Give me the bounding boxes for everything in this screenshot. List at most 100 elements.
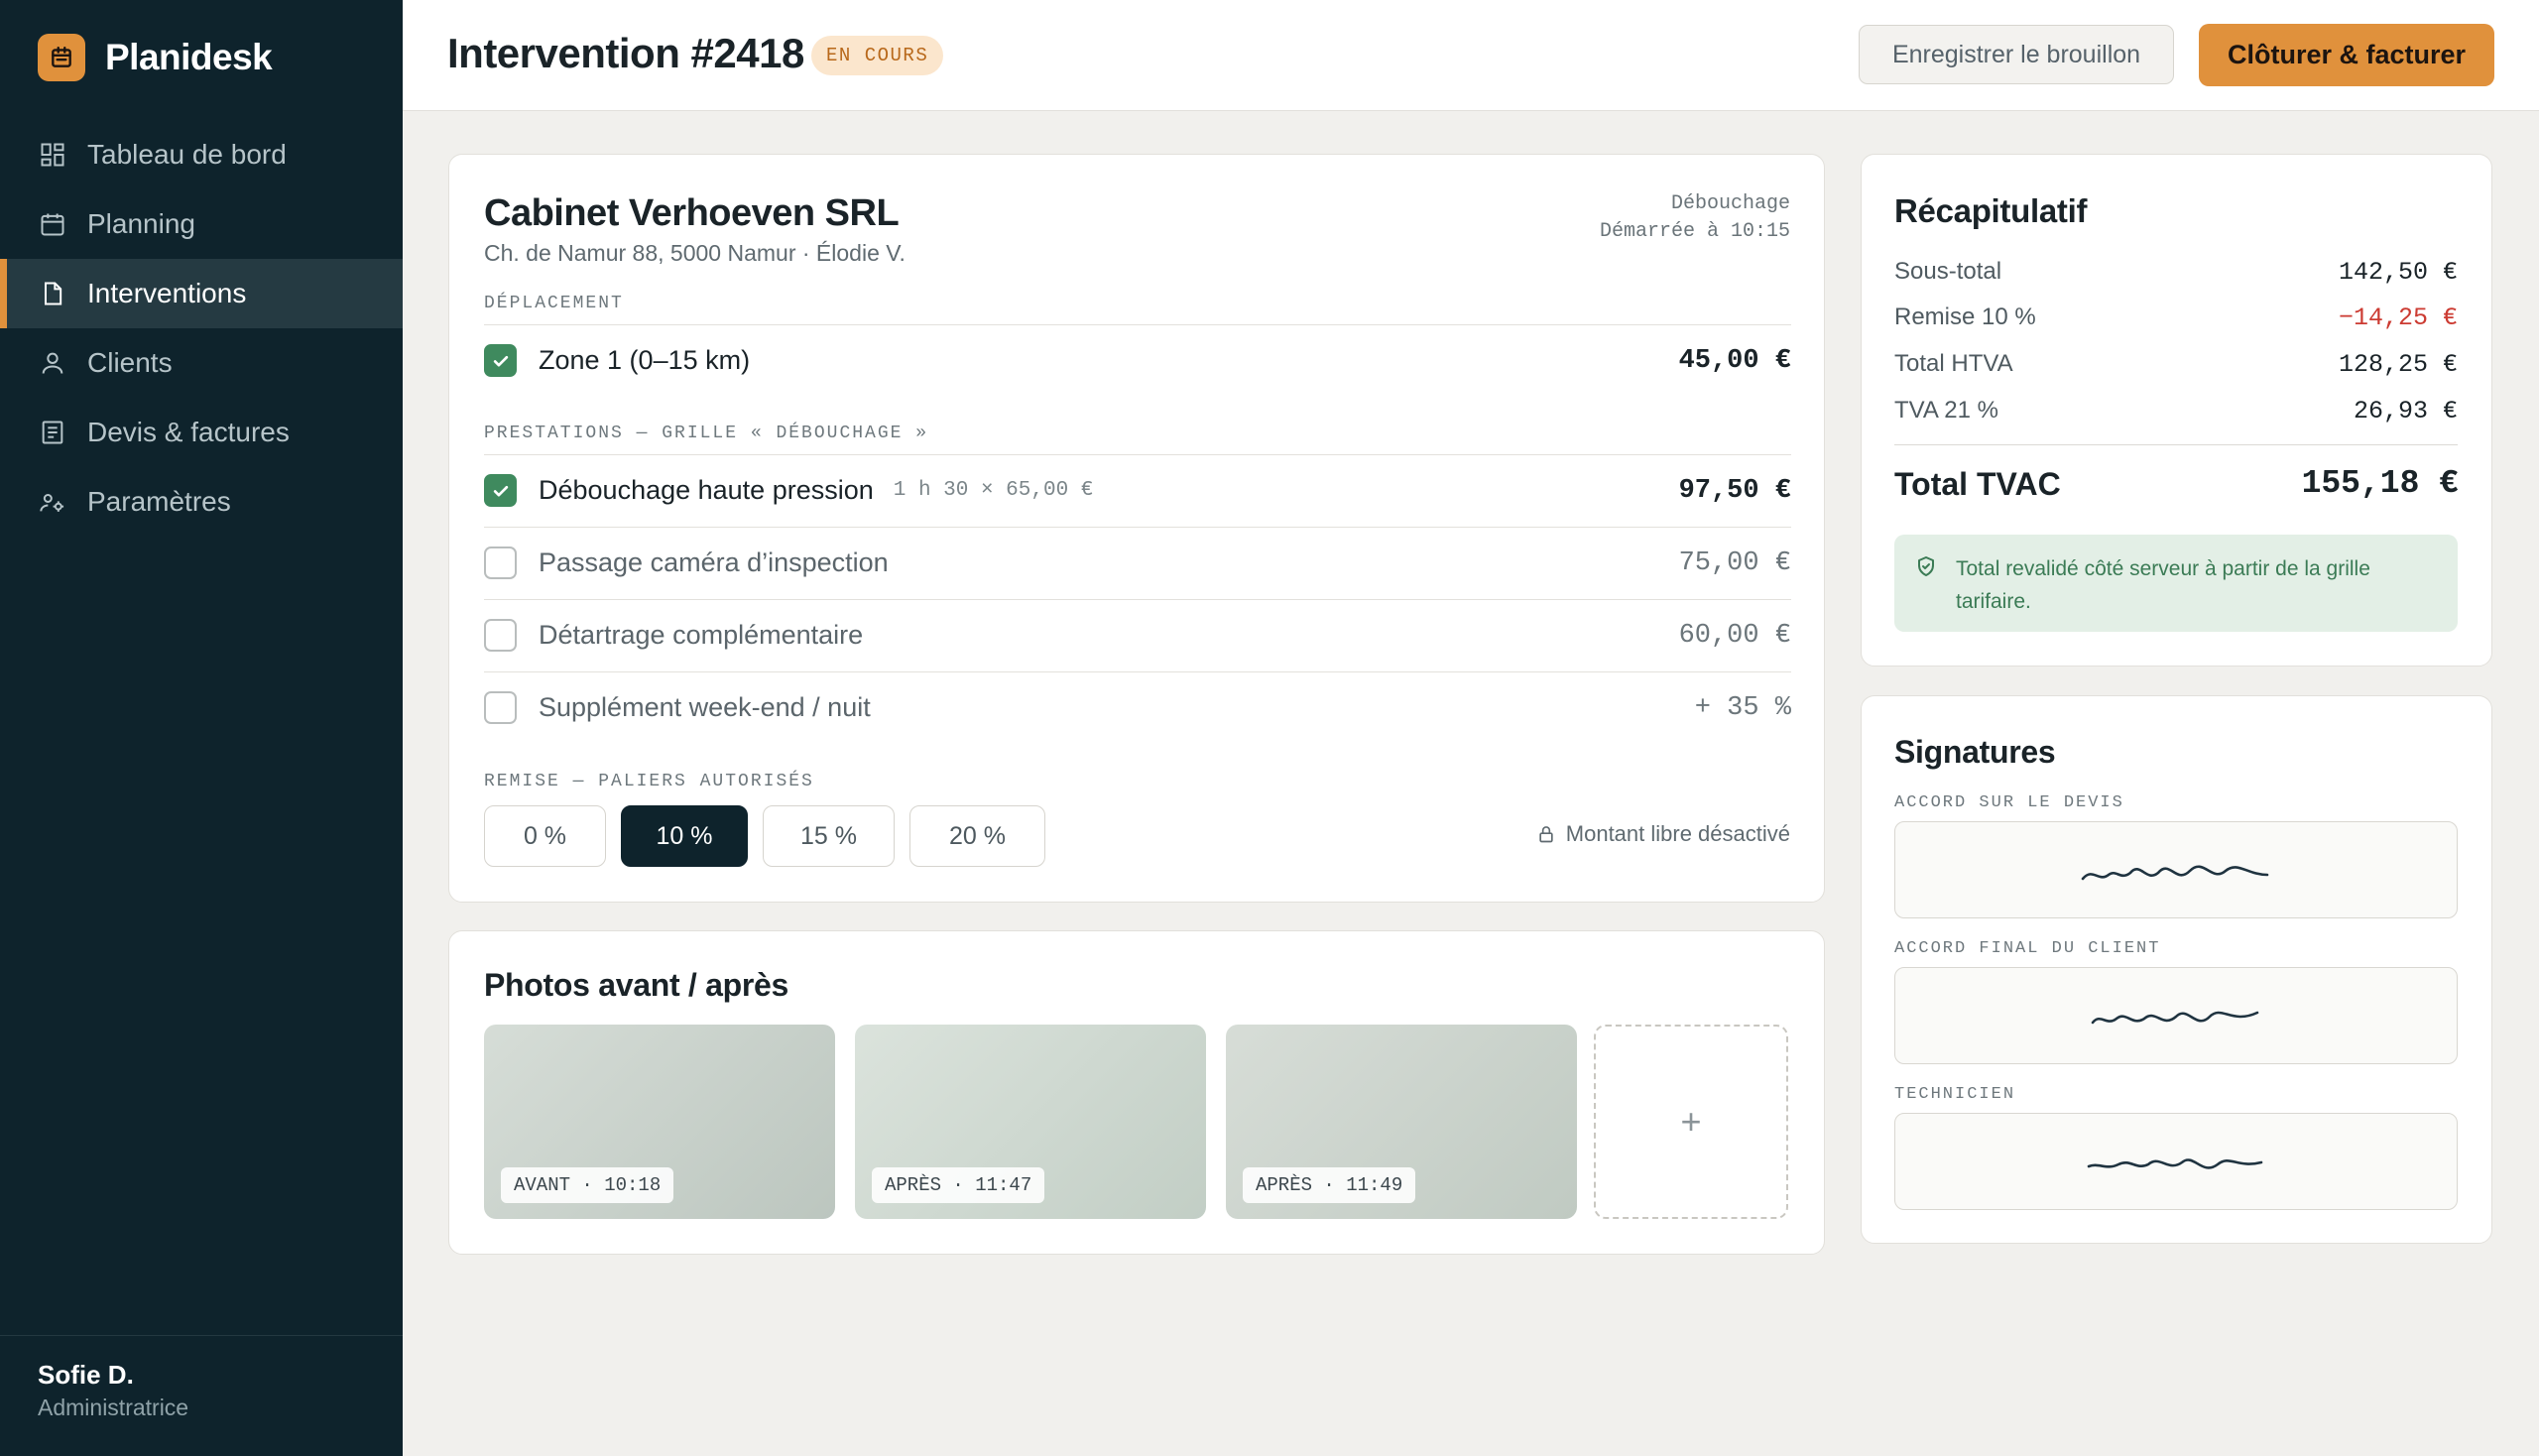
summary-label: Sous-total — [1894, 258, 2002, 285]
discount-option-0[interactable]: 0 % — [484, 805, 606, 867]
sidebar-item-clients[interactable]: Clients — [0, 328, 403, 398]
check-icon — [493, 355, 508, 366]
sidebar-item-settings[interactable]: Paramètres — [0, 467, 403, 537]
job-type: Débouchage — [1670, 192, 1790, 215]
signature-stroke — [2081, 865, 2269, 881]
sidebar-item-label: Clients — [87, 347, 173, 378]
photo-label: APRÈS · 11:47 — [872, 1167, 1045, 1203]
travel-label: Zone 1 (0–15 km) — [539, 345, 751, 375]
summary-title: Récapitulatif — [1894, 192, 2088, 229]
calendar-logo-icon — [38, 34, 85, 81]
total-label: Total TVAC — [1894, 466, 2061, 502]
free-amount-status: Montant libre désactivé — [1536, 821, 1790, 847]
job-start-time: Démarrée à 10:15 — [1599, 220, 1790, 243]
travel-row[interactable]: Zone 1 (0–15 km) 45,00 € — [484, 324, 1791, 396]
save-draft-button[interactable]: Enregistrer le brouillon — [1859, 25, 2174, 84]
app-name: Planidesk — [105, 37, 273, 77]
job-meta: Débouchage Démarrée à 10:15 — [1600, 190, 1790, 246]
services-section-label: PRESTATIONS — GRILLE « DÉBOUCHAGE » — [484, 424, 929, 443]
sidebar-item-invoices[interactable]: Devis & factures — [0, 398, 403, 467]
service-amount: 75,00 € — [1678, 547, 1791, 578]
service-checkbox[interactable] — [484, 691, 517, 724]
summary-row: TVA 21 % 26,93 € — [1894, 391, 2458, 430]
photos-card: Photos avant / après AVANT · 10:18 APRÈS… — [448, 930, 1825, 1255]
validation-notice: Total revalidé côté serveur à partir de … — [1894, 535, 2458, 632]
sidebar-item-label: Paramètres — [87, 486, 231, 517]
photos-title: Photos avant / après — [484, 967, 788, 1003]
service-checkbox[interactable] — [484, 546, 517, 579]
summary-value: −14,25 € — [2338, 303, 2458, 332]
photo-label: APRÈS · 11:49 — [1243, 1167, 1416, 1203]
free-amount-label: Montant libre désactivé — [1565, 821, 1790, 846]
photo-thumbnail[interactable]: APRÈS · 11:49 — [1226, 1025, 1577, 1219]
lock-icon — [1539, 826, 1553, 843]
summary-label: Remise 10 % — [1894, 303, 2036, 330]
settings-icon — [38, 487, 67, 517]
travel-checkbox[interactable] — [484, 344, 517, 377]
user-name: Sofie D. — [38, 1360, 134, 1390]
summary-row: Total HTVA 128,25 € — [1894, 344, 2458, 384]
check-icon — [493, 485, 508, 496]
shield-check-icon — [1918, 556, 1934, 576]
discount-option-10[interactable]: 10 % — [621, 805, 748, 867]
travel-amount: 45,00 € — [1678, 345, 1791, 376]
service-label: Passage caméra d’inspection — [539, 547, 889, 577]
service-checkbox[interactable] — [484, 619, 517, 652]
signature-pad[interactable] — [1894, 821, 2458, 918]
sidebar-nav: Tableau de bord Planning Interventions C… — [0, 120, 403, 537]
user-profile[interactable]: Sofie D. Administratrice — [0, 1335, 403, 1421]
summary-divider — [1894, 444, 2458, 445]
service-label: Supplément week-end / nuit — [539, 692, 871, 722]
service-row[interactable]: Débouchage haute pression 1 h 30 × 65,00… — [484, 454, 1791, 526]
dashboard-icon — [38, 140, 67, 170]
service-amount: 97,50 € — [1678, 475, 1791, 506]
discount-option-15[interactable]: 15 % — [763, 805, 895, 867]
service-checkbox[interactable] — [484, 474, 517, 507]
document-icon — [38, 279, 67, 308]
photo-thumbnail[interactable]: AVANT · 10:18 — [484, 1025, 835, 1219]
client-name: Cabinet Verhoeven SRL — [484, 192, 900, 234]
summary-row: Remise 10 % −14,25 € — [1894, 298, 2458, 337]
signature-pad[interactable] — [1894, 967, 2458, 1064]
signature-label: ACCORD SUR LE DEVIS — [1894, 793, 2124, 812]
summary-value: 26,93 € — [2353, 396, 2458, 425]
intervention-card: Cabinet Verhoeven SRL Ch. de Namur 88, 5… — [448, 154, 1825, 903]
calendar-icon — [38, 209, 67, 239]
summary-value: 142,50 € — [2338, 257, 2458, 287]
signature-stroke — [2091, 1011, 2259, 1025]
sidebar-item-interventions[interactable]: Interventions — [0, 259, 403, 328]
service-detail: 1 h 30 × 65,00 € — [893, 479, 1094, 502]
discount-options: 0 % 10 % 15 % 20 % — [484, 805, 1045, 867]
user-icon — [38, 348, 67, 378]
sidebar: Planidesk Tableau de bord Planning Inter… — [0, 0, 403, 1456]
topbar: Intervention #2418 EN COURS Enregistrer … — [403, 0, 2539, 111]
signatures-title: Signatures — [1894, 734, 2056, 770]
client-address: Ch. de Namur 88, 5000 Namur · Élodie V. — [484, 240, 906, 266]
brand[interactable]: Planidesk — [38, 34, 273, 81]
sidebar-item-label: Devis & factures — [87, 417, 290, 447]
sidebar-item-planning[interactable]: Planning — [0, 189, 403, 259]
signature-label: TECHNICIEN — [1894, 1085, 2016, 1104]
close-and-invoice-button[interactable]: Clôturer & facturer — [2199, 24, 2494, 86]
sidebar-item-label: Interventions — [87, 278, 247, 308]
sidebar-item-label: Tableau de bord — [87, 139, 287, 170]
invoice-icon — [38, 418, 67, 447]
service-amount: 60,00 € — [1678, 620, 1791, 651]
discount-option-20[interactable]: 20 % — [909, 805, 1045, 867]
service-row[interactable]: Passage caméra d’inspection 75,00 € — [484, 527, 1791, 598]
service-row[interactable]: Supplément week-end / nuit + 35 % — [484, 671, 1791, 743]
add-photo-button[interactable]: + — [1594, 1025, 1788, 1219]
travel-section-label: DÉPLACEMENT — [484, 294, 624, 313]
signature-pad[interactable] — [1894, 1113, 2458, 1210]
discount-section-label: REMISE — PALIERS AUTORISÉS — [484, 772, 814, 791]
photo-thumbnail[interactable]: APRÈS · 11:47 — [855, 1025, 1206, 1219]
signature-stroke — [2087, 1158, 2263, 1169]
total-value: 155,18 € — [2301, 465, 2459, 502]
sidebar-item-dashboard[interactable]: Tableau de bord — [0, 120, 403, 189]
sidebar-item-label: Planning — [87, 208, 195, 239]
summary-label: Total HTVA — [1894, 350, 2013, 377]
service-amount: + 35 % — [1694, 692, 1791, 723]
photo-label: AVANT · 10:18 — [501, 1167, 674, 1203]
service-row[interactable]: Détartrage complémentaire 60,00 € — [484, 599, 1791, 670]
summary-value: 128,25 € — [2338, 349, 2458, 379]
